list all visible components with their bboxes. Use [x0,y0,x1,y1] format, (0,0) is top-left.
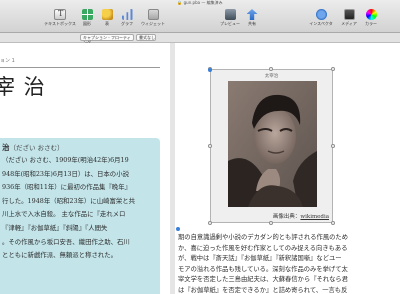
format-bar: キャプション - フローティング 書式なし [0,33,400,45]
body-line: モアの溢れる作品も残している。深刻な作品のみを挙げて太 [178,265,348,273]
author-photo[interactable] [228,81,317,207]
resize-handle-bottom[interactable] [269,221,273,225]
shape-button[interactable]: 図形 [76,7,98,31]
body-line: 期の自意識過剰や小説のデカダン的とも評される作風のため [178,234,349,241]
inspector-button[interactable]: インスペクタ [309,7,333,31]
color-label: カラー [365,21,377,26]
photo-credit: 画像出典：wikimedia [273,212,329,220]
bio-line: （だざい おさむ、1909年(明治42年)6月19 [2,156,129,164]
preview-button[interactable]: プレビュー [219,7,241,31]
wikimedia-link[interactable]: wikimedia [300,214,329,220]
bio-line: 『津軽』『お伽草紙』『斜陽』『人間失 [2,223,108,232]
bio-title-name: 治 [2,143,10,152]
chart-button[interactable]: グラフ [116,7,138,31]
resize-handle-top-right[interactable] [331,67,335,71]
preview-label: プレビュー [220,21,240,26]
inspector-icon [315,9,327,20]
media-label: メディア [341,21,357,26]
share-button[interactable]: 共有 [241,7,263,31]
shape-label: 図形 [83,21,91,26]
table-button[interactable]: 表 [96,7,118,31]
chart-label: グラフ [121,21,133,26]
resize-handle-top[interactable] [269,67,273,71]
paragraph-style-select[interactable]: キャプション - フローティング [80,34,134,45]
text-box-icon [54,9,66,20]
inspector-label: インスペクタ [309,21,333,26]
table-icon [101,9,113,20]
bio-text: （だざい おさむ、1909年(明治42年)6月19 948年(昭和23年)6月1… [2,154,158,263]
bio-title-reading: （だざい おさむ） [9,144,64,152]
author-photo-image [228,81,317,207]
body-line: は『お伽草紙』を否定できるか』と詰め寄られて、一言も反 [178,286,348,294]
bio-line: 948年(昭和23年)6月13日）は、日本の小説 [2,169,129,178]
bio-line: 行した。1948年（昭和23年）に山崎富栄と共 [2,196,136,205]
anchor-marker[interactable] [176,227,180,231]
anchor-marker[interactable] [208,68,212,72]
table-label: 表 [105,21,109,26]
page-title[interactable]: 宰 治 [0,71,46,101]
body-line: か、喜に迫った作風を好む作家としてのみ捉える向きもある [178,244,348,252]
widget-icon [147,9,159,20]
share-label: 共有 [248,21,256,26]
media-icon [343,9,355,20]
photo-caption: 太宰治 [264,74,279,79]
body-line: 宰文学を否定した三島由紀夫は、大蘇春信から『それなら君 [178,276,349,283]
window-title: 🔒 gun.pba — 編集済み [177,0,223,5]
widget-label: ウィジェット [141,21,165,26]
chart-icon [121,9,133,20]
color-button[interactable]: カラー [360,7,382,31]
color-icon [365,9,377,20]
bio-line: 936年（昭和11年）に最初の作品集『晩年』 [2,183,131,192]
image-frame[interactable]: 太宰治 画像出典：wikimedia [208,67,335,225]
page-left: ョン 1 宰 治 治（だざい おさむ） （だざい おさむ、1909年(明治42年… [0,43,170,294]
body-text[interactable]: 期の自意識過剰や小説のデカダン的とも評される作風のため か、喜に迫った作風を好む… [178,233,378,294]
media-button[interactable]: メディア [338,7,360,31]
textbox-label: テキストボックス [44,21,76,26]
shape-icon [81,9,93,20]
section-label: ョン 1 [0,58,15,64]
preview-icon [224,9,236,20]
character-style-select[interactable]: 書式なし [136,34,156,41]
resize-handle-bottom-right[interactable] [331,221,335,225]
document-canvas[interactable]: ョン 1 宰 治 治（だざい おさむ） （だざい おさむ、1909年(明治42年… [0,43,400,294]
widget-button[interactable]: ウィジェット [141,7,165,31]
toolbar: 🔒 gun.pba — 編集済み テキストボックス 図形 表 グラフ ウィジェッ… [0,0,400,33]
bio-line: 。その作風から坂口安吾、織田作之助、石川 [2,237,130,246]
share-icon [246,9,258,20]
bio-line: とともに新戯作派、無頼派と称された。 [2,251,118,260]
resize-handle-right[interactable] [331,144,335,148]
bio-title: 治（だざい おさむ） [2,142,64,153]
resize-handle-bottom-left[interactable] [208,221,212,225]
bio-line: 川上水で入水自殺。 主な作品に『走れメロ [2,210,126,219]
bio-box[interactable]: 治（だざい おさむ） （だざい おさむ、1909年(明治42年)6月19 948… [0,138,160,294]
resize-handle-left[interactable] [208,144,212,148]
textbox-button[interactable]: テキストボックス [44,7,76,31]
photo-credit-prefix: 画像出典： [272,214,301,220]
section-divider [0,67,160,68]
body-line: が、戦中は『斎天話』『お伽草紙』『新釈諸国噺』などユー [178,255,342,262]
